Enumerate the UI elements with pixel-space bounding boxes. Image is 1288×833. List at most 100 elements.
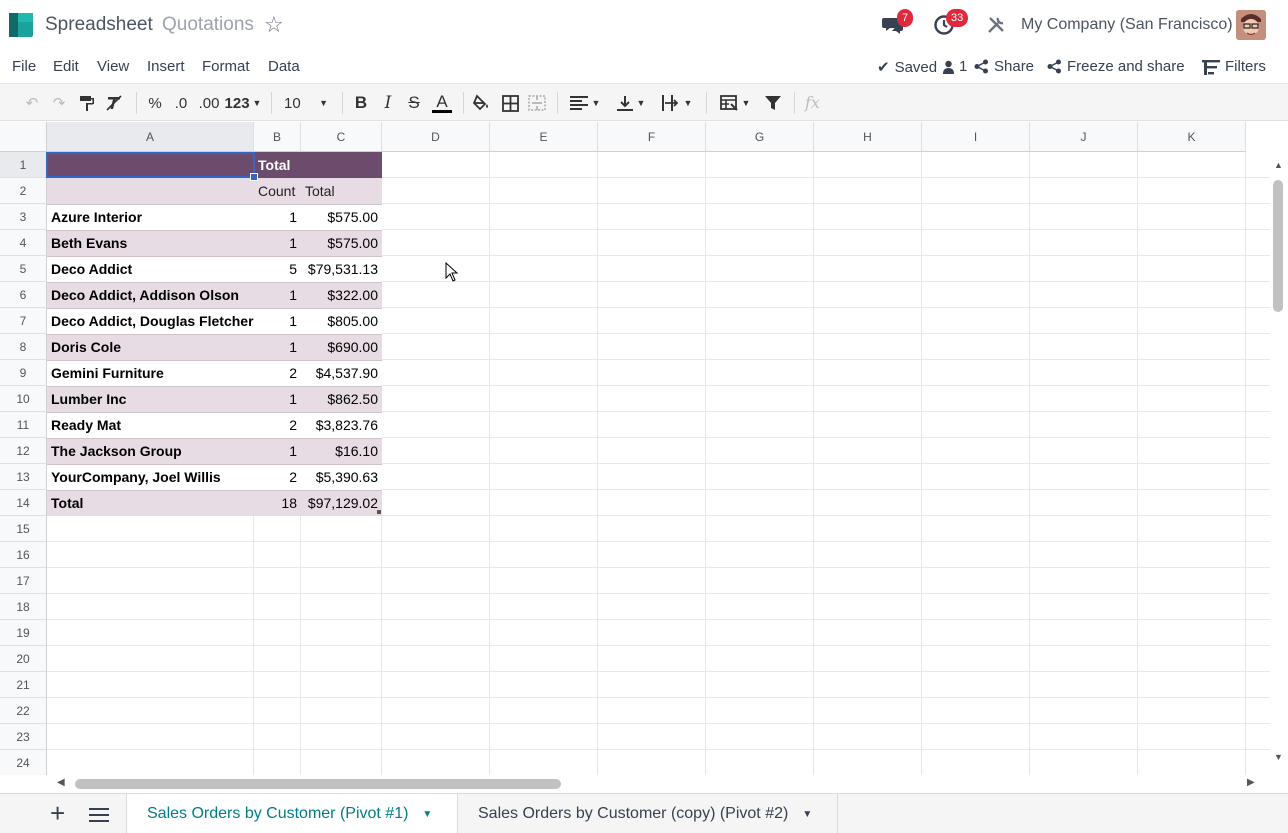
count-cell[interactable]: 1	[254, 308, 301, 334]
app-title[interactable]: Spreadsheet	[45, 14, 153, 36]
active-users[interactable]: 1	[943, 58, 967, 75]
customer-name-cell[interactable]: Deco Addict, Addison Olson	[47, 282, 254, 308]
select-all-corner[interactable]	[0, 122, 47, 152]
customer-name-cell[interactable]: The Jackson Group	[47, 438, 254, 464]
menu-edit[interactable]: Edit	[53, 58, 79, 75]
row-header-11[interactable]: 11	[0, 412, 47, 438]
count-cell[interactable]: 2	[254, 464, 301, 490]
count-cell[interactable]: 2	[254, 412, 301, 438]
row-header-18[interactable]: 18	[0, 594, 47, 620]
menu-view[interactable]: View	[97, 58, 129, 75]
total-amount-cell[interactable]: $805.00	[301, 308, 382, 334]
row-header-10[interactable]: 10	[0, 386, 47, 412]
column-header-g[interactable]: G	[706, 122, 814, 152]
column-header-f[interactable]: F	[598, 122, 706, 152]
strikethrough-button[interactable]: S	[403, 84, 425, 122]
document-title[interactable]: Quotations	[162, 14, 254, 36]
total-amount-cell[interactable]: $5,390.63	[301, 464, 382, 490]
row-header-19[interactable]: 19	[0, 620, 47, 646]
total-amount-cell[interactable]: $575.00	[301, 204, 382, 230]
row-header-21[interactable]: 21	[0, 672, 47, 698]
customer-name-cell[interactable]: Ready Mat	[47, 412, 254, 438]
pivot-header-total[interactable]: Total	[254, 152, 300, 178]
sheet-tab-pivot-2[interactable]: Sales Orders by Customer (copy) (Pivot #…	[457, 794, 838, 833]
row-header-9[interactable]: 9	[0, 360, 47, 386]
total-amount-cell[interactable]: $4,537.90	[301, 360, 382, 386]
favorite-star-icon[interactable]: ☆	[264, 12, 284, 38]
paint-format-icon[interactable]	[74, 84, 100, 122]
customer-name-cell[interactable]: Deco Addict	[47, 256, 254, 282]
filters-button[interactable]: Filters	[1202, 58, 1266, 75]
horizontal-scrollbar[interactable]: ◀ ▶	[47, 775, 1270, 793]
sheet-tab-pivot-1[interactable]: Sales Orders by Customer (Pivot #1) ▼	[126, 794, 458, 833]
chevron-down-icon[interactable]: ▼	[802, 809, 812, 820]
customer-name-cell[interactable]: Doris Cole	[47, 334, 254, 360]
row-header-3[interactable]: 3	[0, 204, 47, 230]
undo-icon[interactable]: ↶	[20, 84, 44, 122]
total-amount-cell[interactable]: $97,129.02	[301, 490, 382, 516]
row-header-20[interactable]: 20	[0, 646, 47, 672]
total-amount-cell[interactable]: $575.00	[301, 230, 382, 256]
spreadsheet-app-icon[interactable]	[9, 13, 33, 37]
total-amount-cell[interactable]: $16.10	[301, 438, 382, 464]
row-header-17[interactable]: 17	[0, 568, 47, 594]
row-header-1[interactable]: 1	[0, 152, 47, 178]
scroll-left-icon[interactable]: ◀	[57, 777, 65, 788]
count-cell[interactable]: 1	[254, 438, 301, 464]
text-color-button[interactable]: A	[429, 84, 455, 122]
merge-cells-icon[interactable]	[525, 84, 549, 122]
customer-name-cell[interactable]: Beth Evans	[47, 230, 254, 256]
conditional-format-button[interactable]: ▼	[714, 84, 756, 122]
column-header-h[interactable]: H	[814, 122, 922, 152]
increase-decimals-button[interactable]: .00	[196, 84, 222, 122]
vertical-scrollbar[interactable]: ▲ ▼	[1270, 152, 1288, 775]
font-size-select[interactable]: 10 ▼	[278, 84, 334, 122]
row-header-7[interactable]: 7	[0, 308, 47, 334]
row-header-13[interactable]: 13	[0, 464, 47, 490]
more-formats-button[interactable]: 123 ▼	[223, 84, 263, 122]
count-cell[interactable]: 2	[254, 360, 301, 386]
row-header-6[interactable]: 6	[0, 282, 47, 308]
column-header-k[interactable]: K	[1138, 122, 1246, 152]
total-amount-cell[interactable]: $322.00	[301, 282, 382, 308]
menu-data[interactable]: Data	[268, 58, 300, 75]
count-cell[interactable]: 18	[254, 490, 301, 516]
decrease-decimals-button[interactable]: .0	[170, 84, 192, 122]
row-header-12[interactable]: 12	[0, 438, 47, 464]
count-cell[interactable]: 5	[254, 256, 301, 282]
row-header-15[interactable]: 15	[0, 516, 47, 542]
add-sheet-icon[interactable]: +	[50, 800, 65, 826]
vertical-scroll-thumb[interactable]	[1273, 180, 1283, 312]
menu-file[interactable]: File	[12, 58, 36, 75]
column-header-b[interactable]: B	[254, 122, 301, 152]
total-amount-cell[interactable]: $690.00	[301, 334, 382, 360]
vertical-align-button[interactable]: ▼	[610, 84, 652, 122]
company-switcher[interactable]: My Company (San Francisco)	[1021, 16, 1233, 34]
table-resize-handle[interactable]	[377, 510, 381, 514]
column-header-e[interactable]: E	[490, 122, 598, 152]
customer-name-cell[interactable]: Gemini Furniture	[47, 360, 254, 386]
count-cell[interactable]: 1	[254, 230, 301, 256]
count-cell[interactable]: 1	[254, 282, 301, 308]
italic-button[interactable]: I	[377, 84, 399, 122]
column-header-a[interactable]: A	[47, 122, 254, 152]
clear-format-icon[interactable]	[101, 84, 127, 122]
fill-color-icon[interactable]	[470, 84, 494, 122]
measure-total-header[interactable]: Total	[301, 178, 381, 204]
row-header-24[interactable]: 24	[0, 750, 47, 775]
customer-name-cell[interactable]: Lumber Inc	[47, 386, 254, 412]
horizontal-align-button[interactable]: ▼	[564, 84, 606, 122]
customer-name-cell[interactable]: Azure Interior	[47, 204, 254, 230]
row-header-14[interactable]: 14	[0, 490, 47, 516]
redo-icon[interactable]: ↷	[47, 84, 71, 122]
total-amount-cell[interactable]: $79,531.13	[301, 256, 382, 282]
row-header-4[interactable]: 4	[0, 230, 47, 256]
bold-button[interactable]: B	[350, 84, 372, 122]
column-header-j[interactable]: J	[1030, 122, 1138, 152]
customer-name-cell[interactable]: YourCompany, Joel Willis	[47, 464, 254, 490]
row-header-23[interactable]: 23	[0, 724, 47, 750]
total-amount-cell[interactable]: $3,823.76	[301, 412, 382, 438]
spreadsheet-grid[interactable]: ABCDEFGHIJK 1 2 3 4 5 6 7 8 9 10 11 12 13 14 15 16 17 18 1…	[0, 122, 1270, 775]
filter-icon[interactable]	[761, 84, 785, 122]
share-button[interactable]: Share	[974, 58, 1034, 75]
